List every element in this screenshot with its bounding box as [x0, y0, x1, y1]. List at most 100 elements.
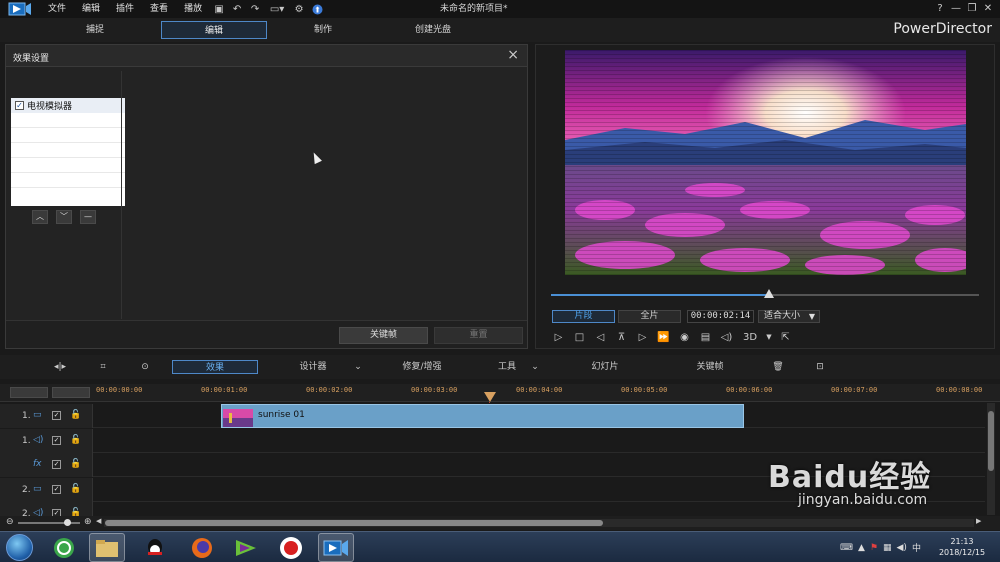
- video-clip[interactable]: sunrise 01: [221, 404, 744, 428]
- scroll-left-icon[interactable]: ◀: [96, 517, 101, 525]
- preview-progress-bar[interactable]: [551, 289, 979, 298]
- ime-icon[interactable]: 中: [912, 541, 921, 554]
- qq-icon[interactable]: [137, 533, 173, 562]
- system-clock[interactable]: 21:13 2018/12/15: [936, 536, 988, 558]
- lock-icon[interactable]: 🔓: [70, 484, 81, 494]
- file-explorer-icon[interactable]: [89, 533, 125, 562]
- update-icon[interactable]: ⬆: [308, 0, 326, 18]
- settings-gear-icon[interactable]: ⚙: [290, 0, 308, 18]
- track-enable-checkbox[interactable]: ✓: [52, 484, 61, 494]
- previous-frame-icon[interactable]: ◁: [592, 329, 609, 346]
- flag-icon[interactable]: ⚑: [870, 543, 878, 553]
- lock-icon[interactable]: 🔓: [70, 459, 81, 469]
- fit-timeline-button[interactable]: [52, 387, 90, 398]
- tray-expand-icon[interactable]: ▲: [858, 543, 865, 553]
- timeline-ruler[interactable]: 00:00:00:00 00:00:01:00 00:00:02:00 00:00:0…: [0, 384, 1000, 402]
- clip-mode-tab[interactable]: 片段: [552, 310, 615, 323]
- timecode-display[interactable]: 00:00:02:14: [687, 310, 754, 323]
- vertical-scrollbar[interactable]: [987, 403, 995, 515]
- keyframe-circle-icon[interactable]: ⊙: [137, 360, 153, 374]
- undo-icon[interactable]: ↶: [228, 0, 246, 18]
- horizontal-scrollbar[interactable]: [104, 519, 974, 527]
- reset-button[interactable]: 重置: [434, 327, 523, 344]
- keyframe-toolbar-button[interactable]: 关键帧: [690, 360, 730, 374]
- progress-knob[interactable]: [764, 289, 775, 298]
- firefox-icon[interactable]: [184, 533, 220, 562]
- snapshot-camera-icon[interactable]: ◉: [676, 329, 693, 346]
- menu-edit[interactable]: 编辑: [74, 0, 108, 18]
- restore-icon[interactable]: ❐: [964, 0, 980, 18]
- media-app-icon[interactable]: [228, 533, 264, 562]
- help-icon[interactable]: ?: [932, 0, 948, 18]
- effect-checkbox[interactable]: ✓: [15, 101, 24, 110]
- chevron-down-icon[interactable]: ▼: [765, 329, 773, 346]
- track-enable-checkbox[interactable]: ✓: [52, 460, 61, 469]
- tab-create-disc[interactable]: 创建光盘: [380, 21, 486, 39]
- scroll-thumb[interactable]: [105, 520, 603, 526]
- zoom-in-icon[interactable]: ⊕: [84, 517, 92, 527]
- menu-playback[interactable]: 播放: [176, 0, 210, 18]
- lock-icon[interactable]: 🔓: [70, 435, 81, 445]
- powerdirector-taskbar-icon[interactable]: [318, 533, 354, 562]
- speaker-icon[interactable]: ◀): [897, 543, 907, 553]
- chevron-down-icon[interactable]: ⌄: [352, 360, 364, 374]
- effect-list-item[interactable]: ✓ 电视模拟器: [11, 98, 125, 113]
- effect-button[interactable]: 效果: [172, 360, 258, 374]
- start-button[interactable]: [6, 534, 33, 561]
- menu-view[interactable]: 查看: [142, 0, 176, 18]
- redo-icon[interactable]: ↷: [246, 0, 264, 18]
- zoom-knob[interactable]: [64, 519, 71, 526]
- tab-capture[interactable]: 捕捉: [20, 21, 170, 39]
- clock-date: 2018/12/15: [938, 548, 986, 557]
- zoom-slider[interactable]: [18, 519, 80, 526]
- app-360-icon[interactable]: [46, 533, 82, 562]
- undock-icon[interactable]: ⇱: [777, 329, 794, 346]
- record-icon[interactable]: [273, 533, 309, 562]
- movie-mode-tab[interactable]: 全片: [618, 310, 681, 323]
- tab-produce[interactable]: 制作: [270, 21, 376, 39]
- step-icon[interactable]: ⊼: [613, 329, 630, 346]
- split-icon[interactable]: ◂|▸: [52, 360, 68, 374]
- track-manager-button[interactable]: [10, 387, 48, 398]
- tab-edit[interactable]: 编辑: [161, 21, 267, 39]
- timeline-track[interactable]: 1. ▭ ✓ 🔓 sunrise 01: [0, 404, 985, 428]
- minimize-icon[interactable]: —: [948, 0, 964, 18]
- scroll-thumb[interactable]: [988, 411, 994, 471]
- remove-effect-button[interactable]: —: [80, 210, 96, 224]
- scroll-right-icon[interactable]: ▶: [976, 517, 981, 525]
- move-up-button[interactable]: ︿: [32, 210, 48, 224]
- stop-icon[interactable]: □: [571, 329, 588, 346]
- menu-plugins[interactable]: 插件: [108, 0, 142, 18]
- play-icon[interactable]: ▷: [550, 329, 567, 346]
- slideshow-button[interactable]: 幻灯片: [585, 360, 625, 374]
- next-frame-icon[interactable]: ▷: [634, 329, 651, 346]
- fast-forward-icon[interactable]: ⏩: [655, 329, 672, 346]
- volume-icon[interactable]: ◁): [718, 329, 735, 346]
- close-icon[interactable]: ✕: [980, 0, 996, 18]
- tools-button[interactable]: 工具: [492, 360, 522, 374]
- track-enable-checkbox[interactable]: ✓: [52, 435, 61, 445]
- keyboard-icon[interactable]: ⌨: [840, 543, 853, 553]
- close-icon[interactable]: ×: [507, 47, 519, 63]
- fix-enhance-button[interactable]: 修复/增强: [397, 360, 447, 374]
- save-icon[interactable]: ▣: [210, 0, 228, 18]
- effect-panel-footer: 关键帧 重置: [6, 320, 527, 348]
- chevron-down-icon[interactable]: ⌄: [529, 360, 541, 374]
- crop-icon[interactable]: ⌗: [95, 360, 111, 374]
- timeline-track[interactable]: 1. ◁) ✓ 🔓: [0, 428, 985, 453]
- network-icon[interactable]: ▦: [883, 543, 892, 553]
- trash-icon[interactable]: 🗑: [770, 360, 786, 374]
- keyframe-button[interactable]: 关键帧: [339, 327, 428, 344]
- mode-3d-label[interactable]: 3D: [739, 329, 761, 346]
- menu-file[interactable]: 文件: [40, 0, 74, 18]
- fit-size-dropdown[interactable]: 适合大小 ▼: [758, 310, 820, 323]
- zoom-out-icon[interactable]: ⊖: [6, 517, 14, 527]
- progress-fill: [551, 294, 770, 296]
- designer-button[interactable]: 设计器: [290, 360, 336, 374]
- aspect-ratio-icon[interactable]: ▭▾: [264, 0, 290, 18]
- track-enable-checkbox[interactable]: ✓: [52, 411, 61, 420]
- lock-icon[interactable]: 🔓: [70, 410, 81, 420]
- marker-icon[interactable]: ⊡: [812, 360, 828, 374]
- subtitle-icon[interactable]: ▤: [697, 329, 714, 346]
- move-down-button[interactable]: ﹀: [56, 210, 72, 224]
